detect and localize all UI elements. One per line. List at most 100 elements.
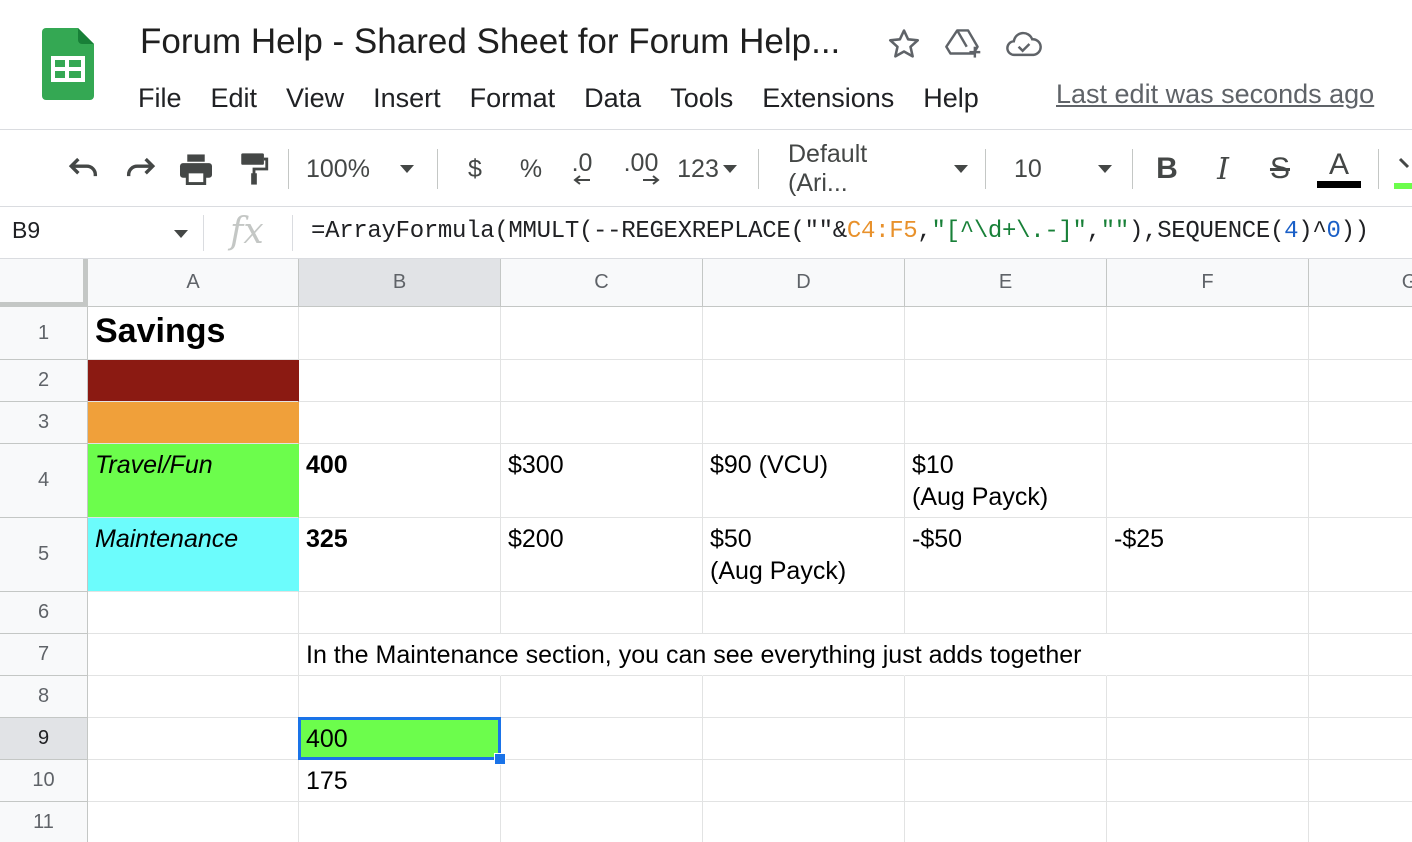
row-header-8[interactable]: 8 [0,676,88,718]
cell-f3[interactable] [1107,402,1309,444]
cell-g11[interactable] [1309,802,1412,842]
cell-e5[interactable]: -$50 [905,518,1107,592]
print-icon[interactable] [174,145,218,193]
cloud-saved-icon[interactable] [1004,24,1044,64]
cell-a11[interactable] [88,802,299,842]
cell-a1[interactable]: Savings [88,307,299,360]
formula-input[interactable]: =ArrayFormula(MMULT(--REGEXREPLACE(""&C4… [311,218,1369,245]
cell-b7[interactable]: In the Maintenance section, you can see … [299,634,1082,676]
cell-b10[interactable]: 175 [299,760,501,802]
cell-c2[interactable] [501,360,703,402]
cell-a6[interactable] [88,592,299,634]
decrease-decimal-button[interactable]: .0 [562,145,602,193]
menu-insert[interactable]: Insert [373,83,441,114]
document-title[interactable]: Forum Help - Shared Sheet for Forum Help… [140,22,840,62]
increase-decimal-button[interactable]: .00 [618,145,664,193]
cell-e9[interactable] [905,718,1107,760]
last-edit-link[interactable]: Last edit was seconds ago [1056,79,1374,110]
more-formats-select[interactable]: 123 [674,145,740,193]
row-header-3[interactable]: 3 [0,402,88,444]
row-header-10[interactable]: 10 [0,760,88,802]
cell-e8[interactable] [905,676,1107,718]
text-color-button[interactable]: A [1316,145,1362,193]
column-header-c[interactable]: C [501,259,703,307]
column-header-b[interactable]: B [299,259,501,307]
row-header-9[interactable]: 9 [0,718,88,760]
row-header-5[interactable]: 5 [0,518,88,592]
menu-edit[interactable]: Edit [211,83,258,114]
menu-file[interactable]: File [138,83,182,114]
cell-g4[interactable] [1309,444,1412,518]
percent-format-button[interactable]: % [512,145,550,193]
cell-d4[interactable]: $90 (VCU) [703,444,905,518]
cell-f9[interactable] [1107,718,1309,760]
cell-b4[interactable]: 400 [299,444,501,518]
cell-f4[interactable] [1107,444,1309,518]
cell-c1[interactable] [501,307,703,360]
cell-a10[interactable] [88,760,299,802]
cell-a5[interactable]: Maintenance [88,518,299,592]
cell-e1[interactable] [905,307,1107,360]
undo-icon[interactable] [62,145,106,193]
cell-g7[interactable] [1309,634,1412,676]
cell-d2[interactable] [703,360,905,402]
paint-format-icon[interactable] [232,145,276,193]
cell-c6[interactable] [501,592,703,634]
cell-e2[interactable] [905,360,1107,402]
zoom-select[interactable]: 100% [306,145,428,193]
menu-help[interactable]: Help [923,83,979,114]
currency-format-button[interactable]: $ [456,145,494,193]
cell-b5[interactable]: 325 [299,518,501,592]
menu-extensions[interactable]: Extensions [762,83,894,114]
cell-d9[interactable] [703,718,905,760]
cell-a7[interactable] [88,634,299,676]
italic-button[interactable]: I [1204,145,1242,193]
cell-d3[interactable] [703,402,905,444]
cell-b11[interactable] [299,802,501,842]
cell-c9[interactable] [501,718,703,760]
menu-tools[interactable]: Tools [670,83,733,114]
cell-g3[interactable] [1309,402,1412,444]
cell-c8[interactable] [501,676,703,718]
cell-f11[interactable] [1107,802,1309,842]
cell-f6[interactable] [1107,592,1309,634]
cell-e6[interactable] [905,592,1107,634]
row-header-4[interactable]: 4 [0,444,88,518]
cell-e3[interactable] [905,402,1107,444]
cell-g10[interactable] [1309,760,1412,802]
cell-g2[interactable] [1309,360,1412,402]
select-all-corner[interactable] [0,259,88,307]
cell-c3[interactable] [501,402,703,444]
redo-icon[interactable] [118,145,162,193]
name-box[interactable]: B9 [12,217,40,244]
cell-c4[interactable]: $300 [501,444,703,518]
cell-a9[interactable] [88,718,299,760]
row-header-11[interactable]: 11 [0,802,88,842]
cell-b6[interactable] [299,592,501,634]
row-header-2[interactable]: 2 [0,360,88,402]
cell-a4[interactable]: Travel/Fun [88,444,299,518]
cell-d8[interactable] [703,676,905,718]
fill-handle[interactable] [494,753,506,765]
cell-e11[interactable] [905,802,1107,842]
column-header-g[interactable]: G [1309,259,1412,307]
star-icon[interactable] [884,24,924,64]
cell-b8[interactable] [299,676,501,718]
row-header-7[interactable]: 7 [0,634,88,676]
cell-g8[interactable] [1309,676,1412,718]
cell-b9[interactable]: 400 [299,718,501,760]
cell-f10[interactable] [1107,760,1309,802]
spreadsheet-grid[interactable]: A B C D E F G 1 2 3 4 5 6 7 8 9 10 11 Savings Travel/Fun 400… [0,259,1412,842]
cell-b3[interactable] [299,402,501,444]
cell-e4[interactable]: $10 (Aug Payck) [905,444,1107,518]
chevron-down-icon[interactable] [174,230,188,238]
cell-f2[interactable] [1107,360,1309,402]
cell-f5[interactable]: -$25 [1107,518,1309,592]
column-header-e[interactable]: E [905,259,1107,307]
sheets-logo-icon[interactable] [42,28,94,100]
menu-view[interactable]: View [286,83,344,114]
column-header-f[interactable]: F [1107,259,1309,307]
cell-g9[interactable] [1309,718,1412,760]
move-to-drive-icon[interactable] [944,24,984,64]
row-header-1[interactable]: 1 [0,307,88,360]
